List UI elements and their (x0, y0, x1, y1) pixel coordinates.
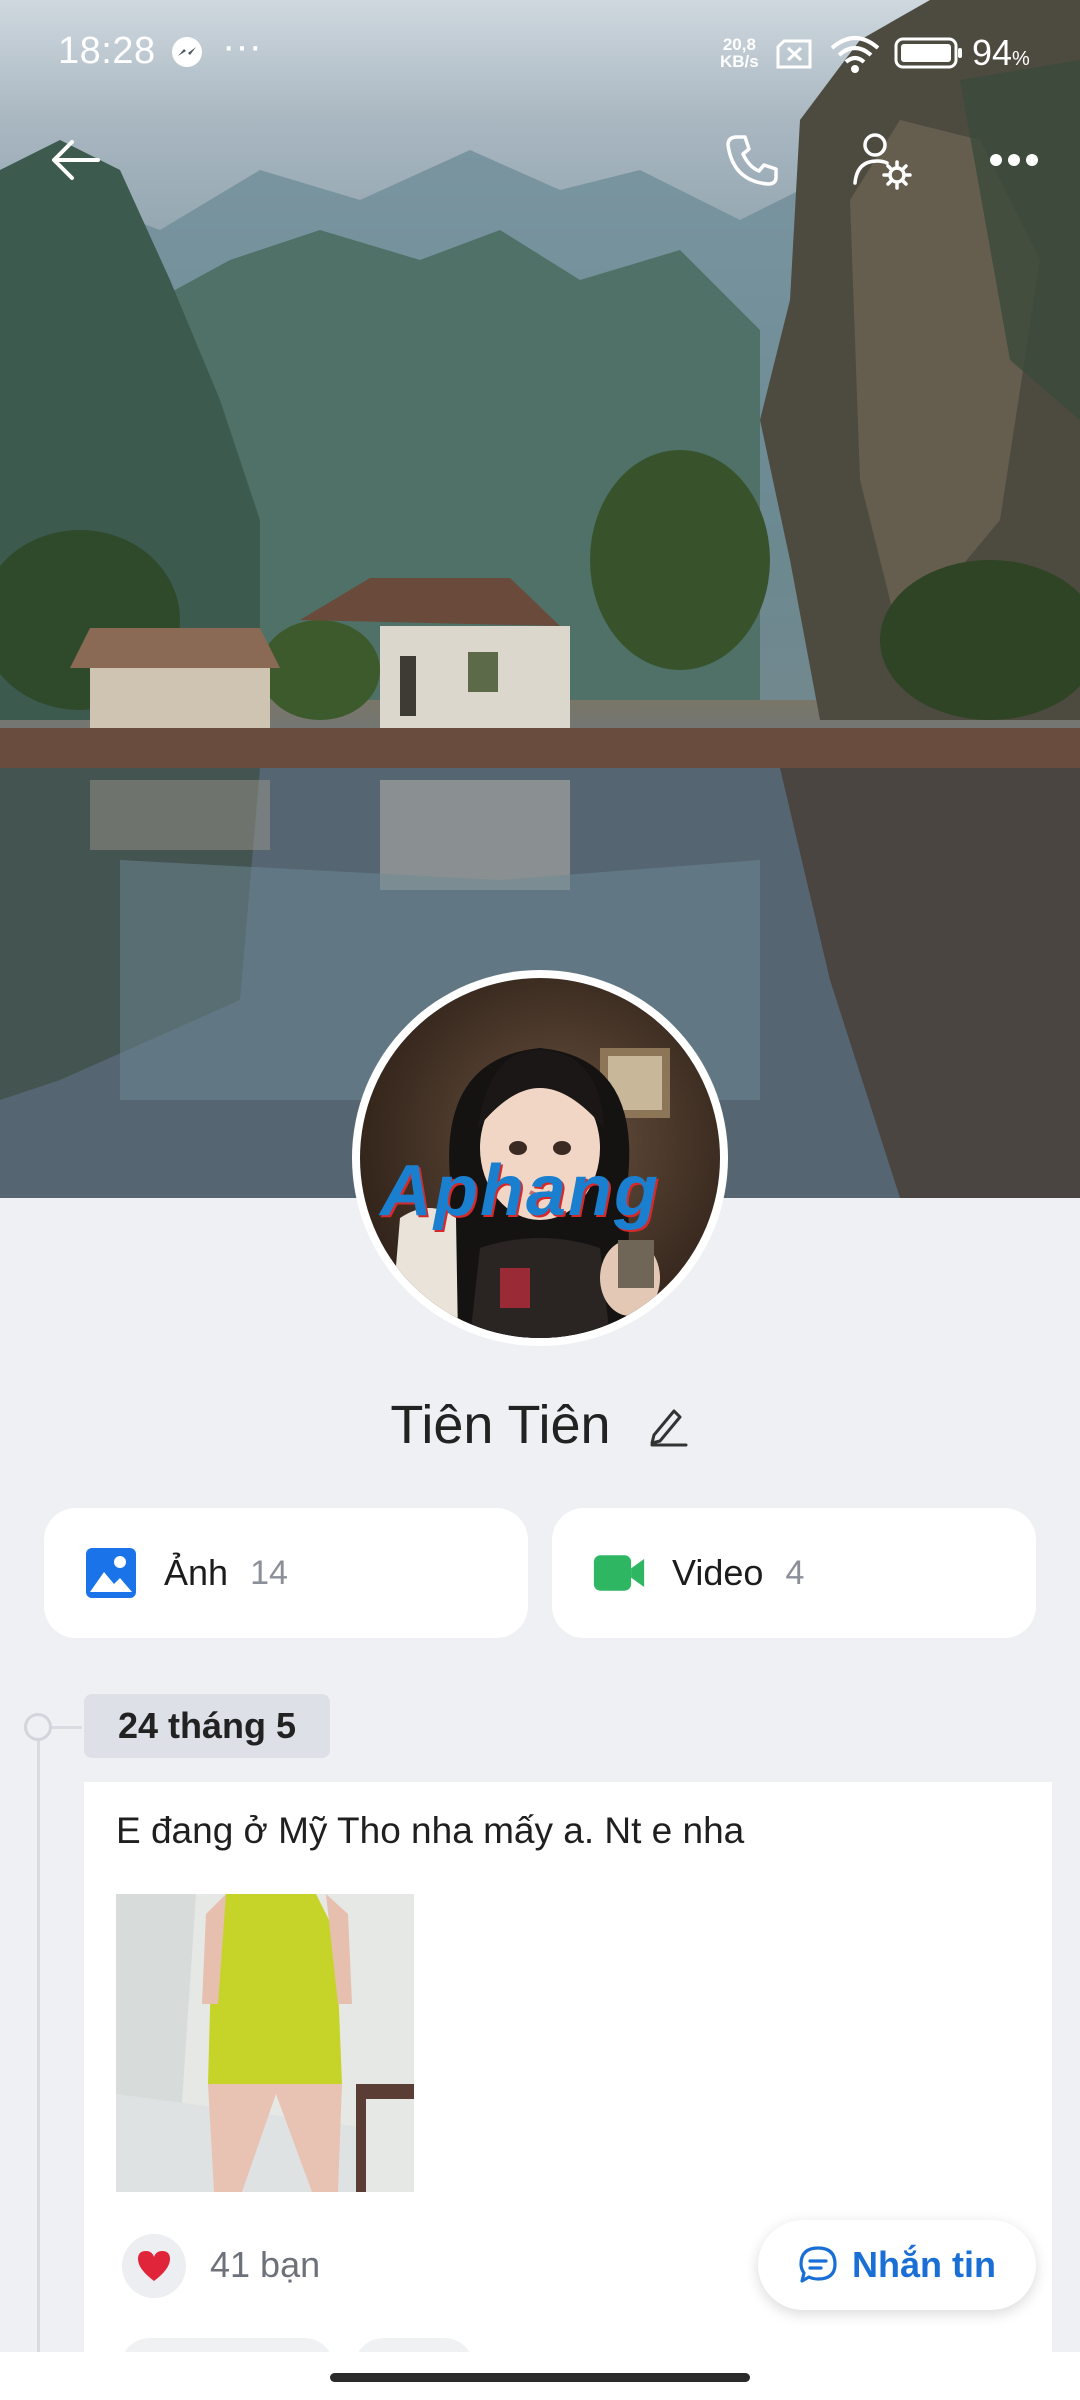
chat-bubble-icon (799, 2246, 837, 2283)
videos-card[interactable]: Video 4 (552, 1508, 1036, 1638)
battery-unit: % (1012, 48, 1030, 70)
call-button[interactable] (712, 120, 792, 200)
more-options-button[interactable] (974, 120, 1054, 200)
photos-card[interactable]: Ảnh 14 (44, 1508, 528, 1638)
profile-name: Tiên Tiên (390, 1394, 611, 1455)
more-horizontal-icon (990, 154, 1038, 166)
battery-percent: 94 (972, 32, 1013, 73)
videos-label: Video (672, 1552, 764, 1593)
wifi-icon (830, 36, 880, 73)
messenger-icon (172, 37, 202, 67)
video-camera-icon (593, 1555, 645, 1591)
profile-name-row: Tiên Tiên (0, 1390, 1080, 1456)
status-more-icon: ··· (222, 24, 262, 68)
post-text: E đang ở Mỹ Tho nha mấy a. Nt e nha (116, 1810, 745, 1851)
user-settings-icon (853, 133, 912, 190)
no-sim-icon (776, 39, 812, 69)
videos-count: 4 (785, 1553, 805, 1592)
timeline-dot (24, 1713, 52, 1741)
post-image (116, 1894, 414, 2192)
heart-icon (138, 2251, 170, 2281)
photos-label: Ảnh (164, 1552, 229, 1593)
status-bar: 18:28 ··· 20,8 KB/s 94% (0, 0, 1080, 110)
edit-name-icon[interactable] (646, 1403, 690, 1447)
network-speed-value: 20,8 (722, 35, 756, 54)
network-speed: 20,8 KB/s (720, 36, 759, 70)
like-count: 41 bạn (210, 2244, 321, 2285)
message-button-label: Nhắn tin (852, 2244, 996, 2285)
arrow-left-icon (52, 140, 100, 180)
image-icon (86, 1548, 136, 1598)
battery-level: 94% (972, 32, 1030, 74)
network-speed-unit: KB/s (720, 52, 759, 71)
like-button[interactable] (122, 2234, 186, 2298)
post-photo[interactable] (116, 1894, 414, 2192)
phone-icon (726, 135, 778, 186)
profile-settings-button[interactable] (842, 120, 922, 200)
watermark-logo: Aphang (380, 1151, 660, 1231)
back-button[interactable] (36, 120, 116, 200)
photos-count: 14 (250, 1553, 288, 1592)
message-button[interactable]: Nhắn tin (758, 2220, 1036, 2310)
home-indicator[interactable] (330, 2373, 750, 2382)
timeline-date: 24 tháng 5 (84, 1694, 331, 1758)
timeline-line (37, 1726, 40, 2356)
battery-icon (894, 37, 962, 69)
status-time: 18:28 (58, 30, 156, 72)
timeline-connector (52, 1726, 82, 1729)
